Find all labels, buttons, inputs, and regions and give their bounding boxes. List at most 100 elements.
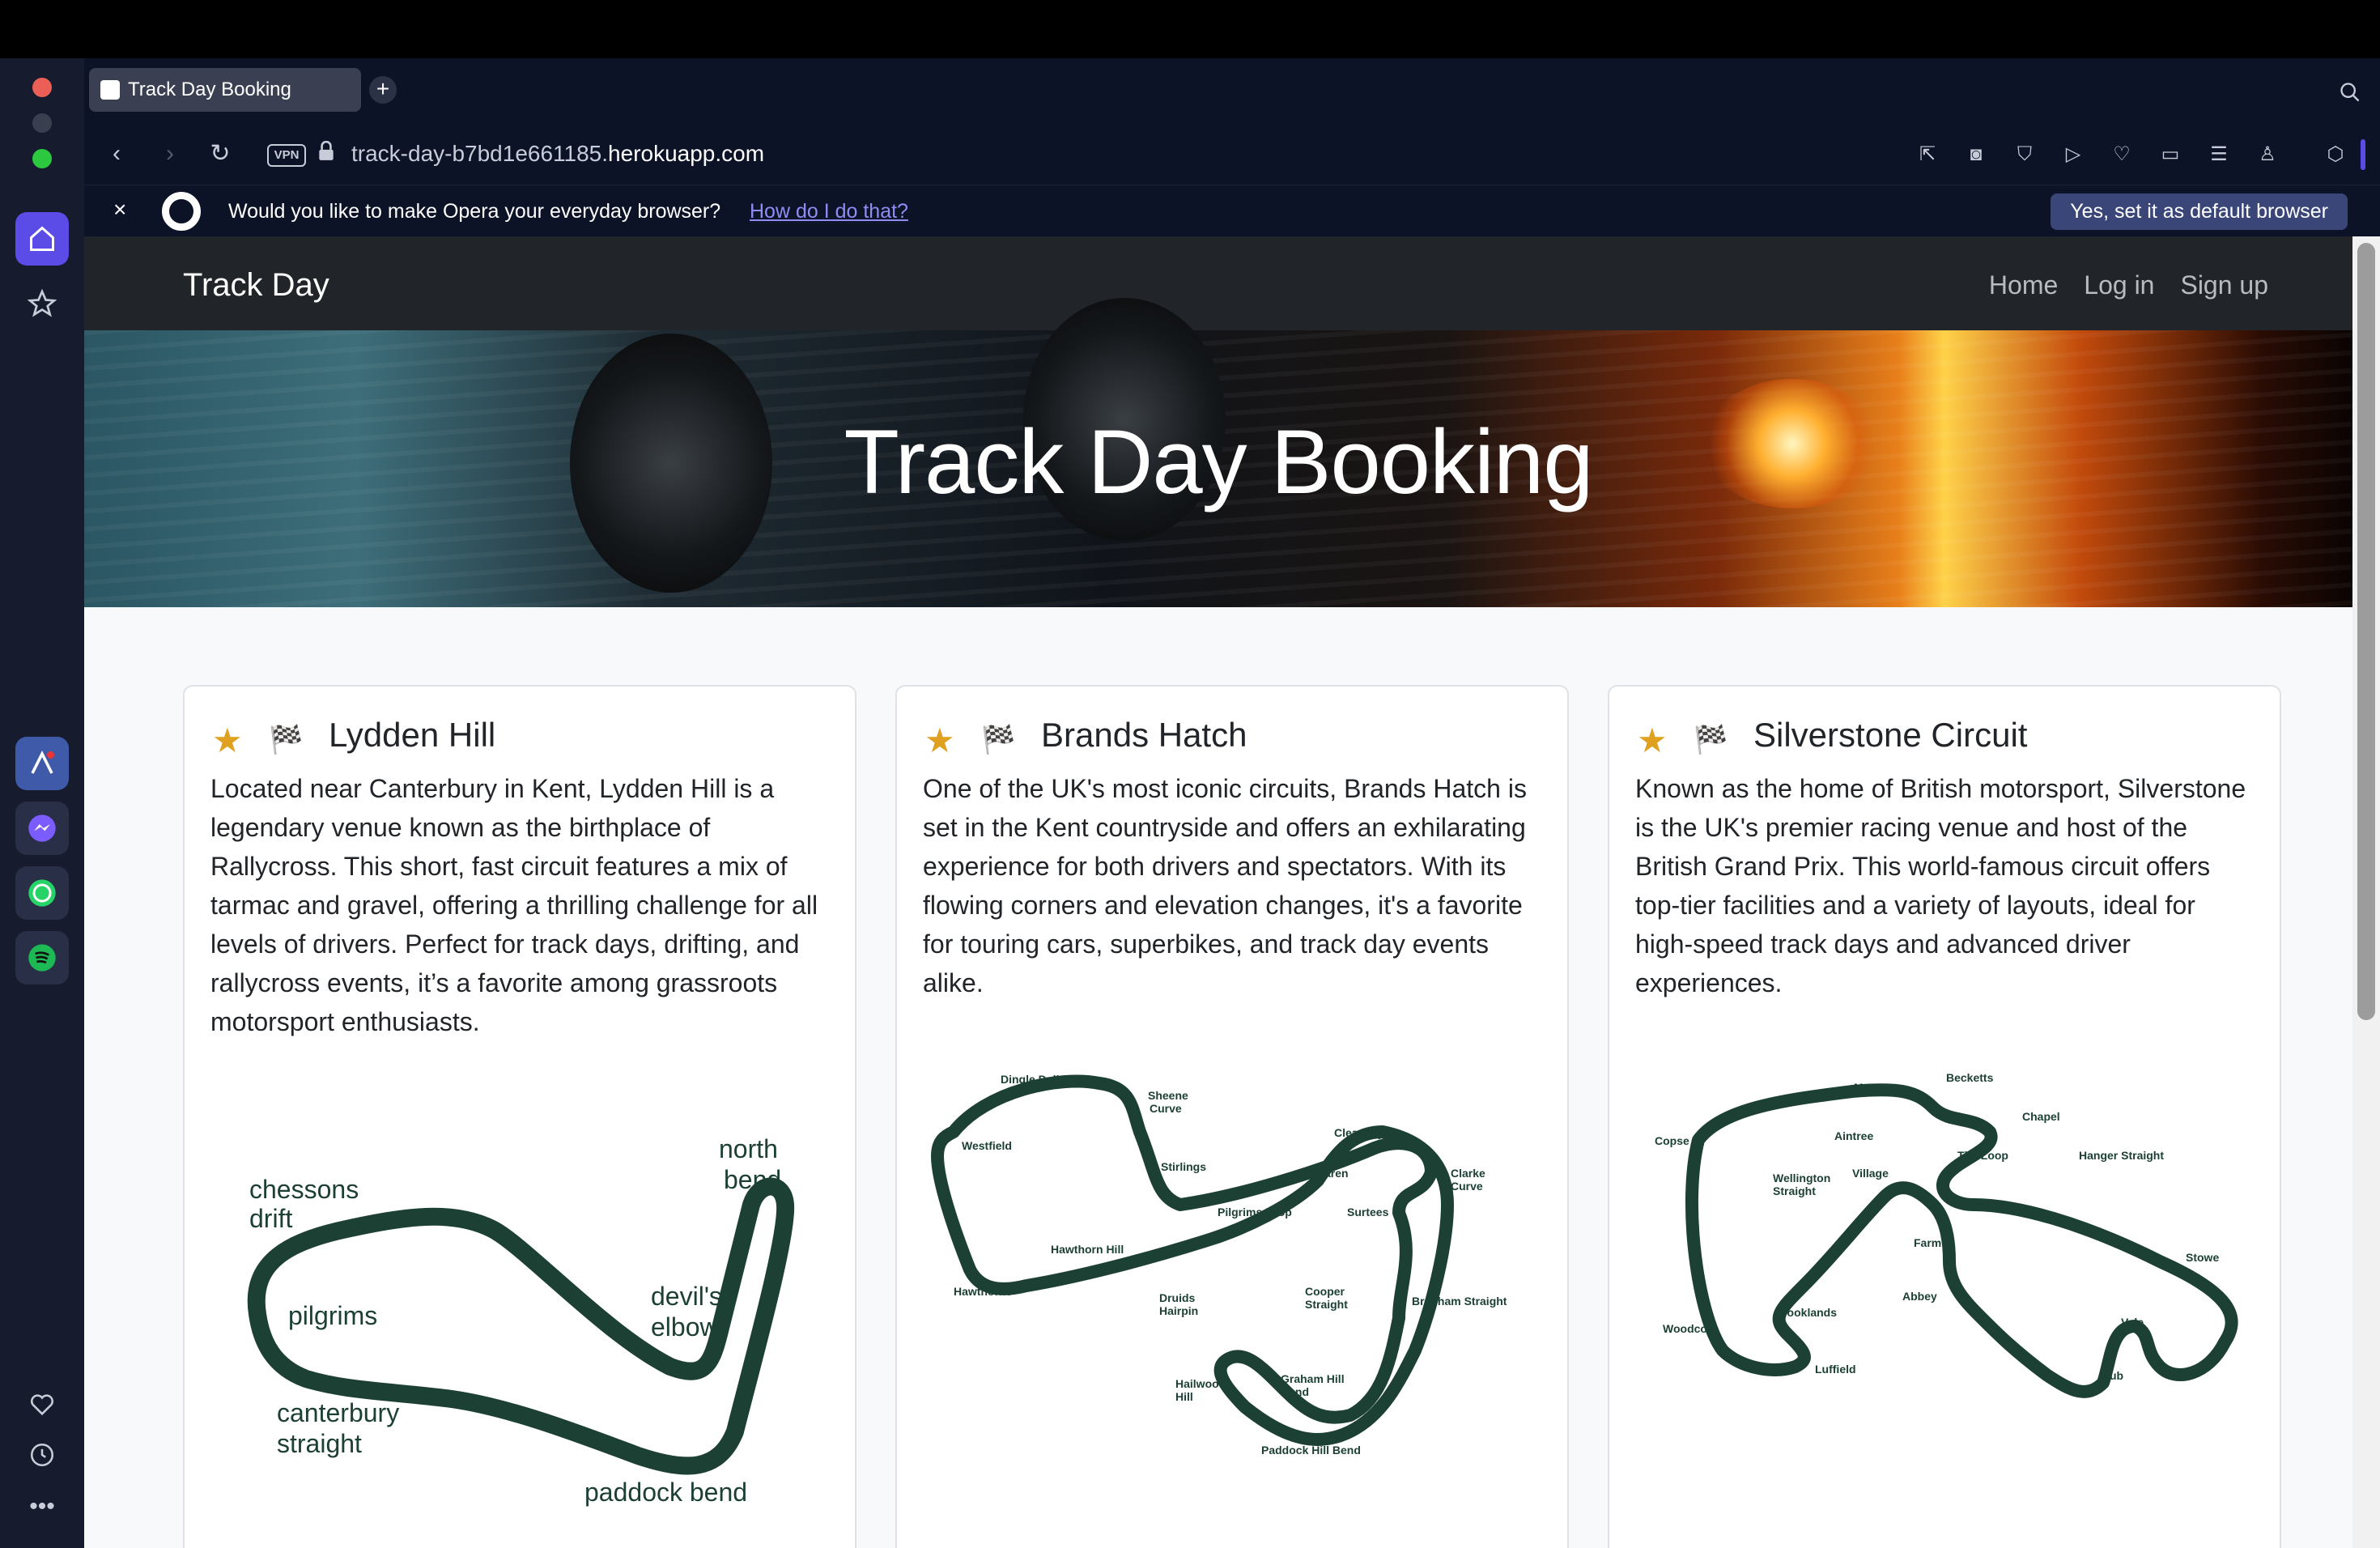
map-label: Hairpin xyxy=(1159,1304,1198,1317)
set-default-button[interactable]: Yes, set it as default browser xyxy=(2051,194,2348,230)
map-label: bend xyxy=(724,1165,781,1194)
scrollbar-thumb[interactable] xyxy=(2357,243,2375,1020)
map-label: Abbey xyxy=(1902,1290,1937,1303)
map-label: Club xyxy=(2098,1369,2123,1382)
map-label: Stirlings xyxy=(1161,1160,1206,1173)
history-clock-icon[interactable] xyxy=(15,1428,69,1482)
map-label: Straight xyxy=(1305,1298,1348,1311)
maximize-window-dot[interactable] xyxy=(32,149,52,168)
lock-icon[interactable] xyxy=(314,140,338,165)
extensions-cube-icon[interactable]: ⬡ xyxy=(2323,142,2348,167)
more-options-icon[interactable]: ••• xyxy=(15,1480,69,1533)
card-title: Silverstone Circuit xyxy=(1753,716,2028,754)
map-label: Paddock Hill Bend xyxy=(1261,1444,1361,1457)
nav-log-in[interactable]: Log in xyxy=(2084,270,2154,300)
map-label: Stowe xyxy=(2186,1251,2219,1264)
map-label: Surtees xyxy=(1347,1206,1389,1218)
map-label: Westfield xyxy=(962,1139,1012,1152)
reload-icon[interactable]: ↻ xyxy=(206,139,235,168)
bookmarks-star-icon[interactable] xyxy=(15,277,69,330)
banner-close-icon[interactable]: × xyxy=(113,197,126,223)
address-bar[interactable]: track-day-b7bd1e661185.herokuapp.com xyxy=(351,141,764,167)
site-nav-links: Home Log in Sign up xyxy=(1989,270,2268,300)
lydden-hill-track-map: north bend chessons drift pilgrims devil… xyxy=(247,1134,795,1507)
messenger-icon[interactable] xyxy=(15,802,69,855)
map-label: Copse xyxy=(1655,1134,1689,1147)
profile-icon[interactable]: ♙ xyxy=(2255,142,2280,167)
map-label: devil's xyxy=(651,1282,722,1311)
map-label: Straight xyxy=(1773,1184,1816,1197)
close-window-dot[interactable] xyxy=(32,78,52,97)
aria-app-icon[interactable] xyxy=(15,737,69,790)
tab-track-day-booking[interactable]: Track Day Booking xyxy=(89,68,361,112)
opera-sidebar: ••• xyxy=(0,58,84,1548)
snapshot-camera-icon[interactable]: ◙ xyxy=(1964,142,1988,167)
site-favicon-icon xyxy=(100,80,120,100)
new-tab-plus-icon[interactable]: + xyxy=(369,76,397,104)
minimize-window-dot[interactable] xyxy=(32,113,52,133)
site-navbar: Track Day Home Log in Sign up xyxy=(84,236,2352,330)
heart-icon[interactable] xyxy=(15,1378,69,1431)
track-card-lydden-hill[interactable]: ★ 🏁 Lydden Hill Located near Canterbury … xyxy=(183,685,856,1548)
spotify-icon[interactable] xyxy=(15,931,69,985)
map-label: Luffield xyxy=(1815,1363,1856,1376)
map-label: Curve xyxy=(1150,1102,1182,1115)
banner-help-link[interactable]: How do I do that? xyxy=(750,200,908,223)
home-icon[interactable] xyxy=(15,212,69,266)
map-label: Hill xyxy=(1175,1390,1193,1403)
map-label: Village xyxy=(1852,1167,1889,1180)
map-label: chessons xyxy=(249,1175,359,1204)
web-page: Track Day Home Log in Sign up Track Day … xyxy=(84,236,2352,1548)
checkered-flags-icon: 🏁 xyxy=(269,725,304,755)
map-label: Chapel xyxy=(2022,1110,2060,1123)
map-label: Sheene xyxy=(1148,1089,1188,1102)
map-label: Druids xyxy=(1159,1291,1196,1304)
tab-title: Track Day Booking xyxy=(128,79,291,100)
nav-sign-up[interactable]: Sign up xyxy=(2180,270,2268,300)
nav-home[interactable]: Home xyxy=(1989,270,2058,300)
map-label: north xyxy=(719,1134,778,1163)
forward-arrow-icon[interactable]: › xyxy=(155,139,185,168)
map-label: Aintree xyxy=(1834,1129,1873,1142)
adblock-shield-icon[interactable]: ⛉ xyxy=(2012,142,2037,167)
easy-setup-icon[interactable]: ☰ xyxy=(2207,142,2231,167)
favorite-star-icon[interactable]: ★ xyxy=(1637,721,1668,760)
site-brand[interactable]: Track Day xyxy=(183,267,329,304)
back-arrow-icon[interactable]: ‹ xyxy=(102,139,131,168)
map-label: Pilgrims Drop xyxy=(1218,1206,1292,1218)
url-prefix: track-day-b7bd1e661185. xyxy=(351,141,609,166)
map-label: Brabham Straight xyxy=(1412,1295,1507,1308)
page-scrollbar[interactable] xyxy=(2352,236,2380,1548)
hero-banner: Track Day Booking xyxy=(84,298,2352,607)
map-label: McLaren xyxy=(1302,1167,1349,1180)
map-label: Cooper xyxy=(1305,1285,1345,1298)
browser-window: ••• Track Day Booking + ‹ › ↻ VPN track-… xyxy=(0,0,2380,1548)
opera-logo-icon xyxy=(162,192,201,231)
map-label: Vale xyxy=(2121,1316,2144,1329)
checkered-flags-icon: 🏁 xyxy=(981,725,1016,755)
map-label: Graham Hill xyxy=(1281,1372,1345,1385)
accent-strip xyxy=(2361,139,2365,170)
map-label: Hanger Straight xyxy=(2079,1149,2164,1162)
silverstone-track-map: Maggotts Becketts Chapel Copse Aintree T… xyxy=(1655,1071,2238,1398)
map-label: Clarke xyxy=(1451,1167,1485,1180)
favorite-star-icon[interactable]: ★ xyxy=(924,721,955,760)
track-card-silverstone-circuit[interactable]: ★ 🏁 Silverstone Circuit Known as the hom… xyxy=(1608,685,2281,1548)
banner-message: Would you like to make Opera your everyd… xyxy=(228,200,721,223)
vpn-badge[interactable]: VPN xyxy=(267,144,306,167)
map-label: Becketts xyxy=(1946,1071,1994,1084)
favorite-star-icon[interactable]: ★ xyxy=(212,721,243,760)
share-icon[interactable]: ⇱ xyxy=(1915,142,1940,167)
map-label: canterbury xyxy=(277,1398,399,1427)
browser-chrome: Track Day Booking + ‹ › ↻ VPN track-day-… xyxy=(84,58,2380,236)
player-play-icon[interactable]: ▷ xyxy=(2061,142,2085,167)
my-flow-heart-icon[interactable]: ♡ xyxy=(2110,142,2134,167)
map-label: Bend xyxy=(1281,1385,1309,1398)
tab-search-icon[interactable] xyxy=(2338,81,2362,105)
whatsapp-icon[interactable] xyxy=(15,866,69,920)
card-description: One of the UK's most iconic circuits, Br… xyxy=(923,774,1527,997)
battery-saver-icon[interactable]: ▭ xyxy=(2158,142,2182,167)
track-card-brands-hatch[interactable]: ★ 🏁 Brands Hatch One of the UK's most ic… xyxy=(895,685,1569,1548)
default-browser-banner: × Would you like to make Opera your ever… xyxy=(84,185,2380,236)
map-label: Curve xyxy=(1451,1180,1483,1193)
